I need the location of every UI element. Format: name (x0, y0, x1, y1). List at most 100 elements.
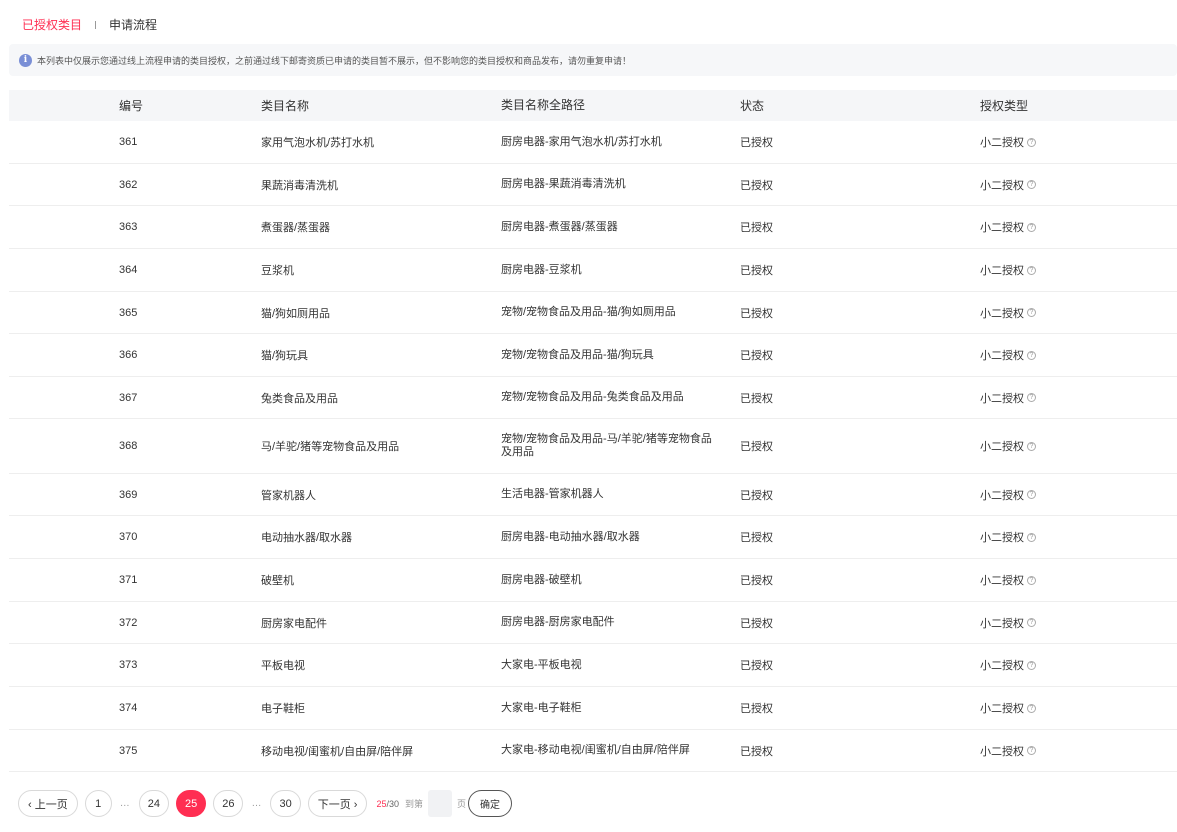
row-category-path: 生活电器-管家机器人 (501, 474, 721, 515)
category-table: 编号 类目名称 类目名称全路径 状态 授权类型 361 家用气泡水机/苏打水机 厨房… (9, 90, 1177, 772)
help-icon[interactable]: ? (1027, 575, 1036, 585)
prev-page-button[interactable]: ‹ 上一页 (18, 790, 78, 817)
row-auth-type: 小二授权? (980, 334, 1036, 376)
jump-page-input[interactable] (428, 790, 453, 817)
help-icon[interactable]: ? (1027, 703, 1036, 713)
row-status: 已授权 (740, 687, 773, 729)
jump-confirm-button[interactable]: 确定 (468, 790, 513, 817)
row-category-name: 煮蛋器/蒸蛋器 (261, 206, 330, 248)
notice-banner: i 本列表中仅展示您通过线上流程申请的类目授权，之前通过线下邮寄资质已申请的类目… (9, 44, 1177, 76)
help-icon[interactable]: ? (1027, 441, 1036, 451)
row-category-path: 厨房电器-果蔬消毒清洗机 (501, 164, 721, 205)
row-auth-type: 小二授权? (980, 644, 1036, 686)
row-status-text: 已授权 (740, 137, 773, 149)
current-page-number: 25 (376, 798, 387, 809)
row-category-path-text: 生活电器-管家机器人 (501, 488, 604, 500)
row-category-path-text: 厨房电器-厨房家电配件 (501, 616, 615, 628)
row-id: 375 (119, 730, 137, 771)
row-category-path: 大家电-移动电视/闺蜜机/自由屏/陪伴屏 (501, 730, 721, 771)
row-auth-type-text: 小二授权 (980, 660, 1024, 672)
help-icon[interactable]: ? (1027, 746, 1036, 755)
tab-application-process[interactable]: 申请流程 (109, 16, 157, 34)
row-status-text: 已授权 (740, 489, 773, 502)
header-id: 编号 (119, 99, 144, 113)
row-auth-type-text: 小二授权 (980, 265, 1024, 277)
row-id: 368 (119, 419, 137, 473)
row-auth-type-text: 小二授权 (980, 745, 1024, 758)
row-category-name-text: 煮蛋器/蒸蛋器 (261, 222, 331, 234)
total-pages: /30 (386, 798, 399, 809)
table-body: 361 家用气泡水机/苏打水机 厨房电器-家用气泡水机/苏打水机 已授权 小二授权? 36… (9, 121, 1177, 772)
page-button-30[interactable]: 30 (270, 790, 301, 817)
row-id: 363 (119, 206, 137, 248)
row-id-text: 370 (119, 531, 138, 543)
row-category-name-text: 电子鞋柜 (261, 703, 305, 715)
row-category-name-text: 猫/狗玩具 (261, 350, 309, 362)
help-icon[interactable]: ? (1027, 490, 1036, 499)
row-id-text: 363 (119, 221, 138, 233)
page-button-24[interactable]: 24 (138, 790, 169, 817)
row-category-name: 猫/狗如厕用品 (261, 292, 330, 333)
row-id-text: 365 (119, 306, 138, 319)
row-category-name: 平板电视 (261, 644, 305, 686)
row-category-name-text: 电动抽水器/取水器 (261, 532, 353, 544)
table-row: 363 煮蛋器/蒸蛋器 厨房电器-煮蛋器/蒸蛋器 已授权 小二授权? (9, 206, 1177, 249)
help-icon[interactable]: ? (1027, 618, 1036, 627)
next-page-button[interactable]: 下一页 › (307, 790, 368, 817)
row-category-name-text: 破壁机 (261, 575, 294, 587)
row-category-path: 大家电-平板电视 (501, 644, 721, 686)
row-status: 已授权 (740, 419, 773, 473)
row-status: 已授权 (740, 164, 773, 205)
row-status: 已授权 (740, 292, 773, 333)
row-category-path: 宠物/宠物食品及用品-马/羊驼/猪等宠物食品及用品 (501, 419, 721, 473)
tab-authorized-categories[interactable]: 已授权类目 (22, 16, 82, 34)
row-id-text: 371 (119, 574, 138, 586)
row-category-name: 家用气泡水机/苏打水机 (261, 121, 374, 163)
row-category-name: 厨房家电配件 (261, 602, 327, 643)
table-row: 365 猫/狗如厕用品 宠物/宠物食品及用品-猫/狗如厕用品 已授权 小二授权? (9, 292, 1177, 334)
row-status: 已授权 (740, 602, 773, 643)
jump-prefix-label: 到第 (405, 799, 424, 809)
help-icon[interactable]: ? (1027, 265, 1036, 275)
row-id: 373 (119, 644, 137, 686)
table-row: 364 豆浆机 厨房电器-豆浆机 已授权 小二授权? (9, 249, 1177, 292)
row-auth-type-text: 小二授权 (980, 532, 1024, 544)
row-status-text: 已授权 (740, 745, 773, 758)
help-icon[interactable]: ? (1027, 350, 1036, 360)
row-category-name: 管家机器人 (261, 474, 316, 515)
help-icon[interactable]: ? (1027, 222, 1036, 232)
page-button-25-current[interactable]: 25 (175, 790, 207, 817)
table-row: 366 猫/狗玩具 宠物/宠物食品及用品-猫/狗玩具 已授权 小二授权? (9, 334, 1177, 377)
help-icon[interactable]: ? (1027, 532, 1036, 542)
pagination: ‹ 上一页 1 … 24 25 26 … 30 下一页 › 25/30 到第 页… (18, 790, 513, 817)
page-ellipsis: … (251, 798, 263, 809)
row-category-path-text: 厨房电器-豆浆机 (501, 263, 582, 276)
help-icon[interactable]: ? (1027, 660, 1036, 670)
row-status-text: 已授权 (740, 660, 773, 672)
row-category-path-text: 大家电-平板电视 (501, 658, 582, 671)
row-auth-type-text: 小二授权 (980, 222, 1024, 234)
row-status: 已授权 (740, 474, 773, 515)
row-id: 365 (119, 292, 137, 333)
row-status: 已授权 (740, 206, 773, 248)
row-status-text: 已授权 (740, 307, 773, 320)
row-auth-type-text: 小二授权 (980, 137, 1024, 149)
row-status-text: 已授权 (740, 703, 773, 715)
row-id: 369 (119, 474, 137, 515)
help-icon[interactable]: ? (1027, 180, 1036, 189)
row-category-name: 电动抽水器/取水器 (261, 516, 352, 558)
row-auth-type-text: 小二授权 (980, 441, 1024, 453)
row-category-name-text: 兔类食品及用品 (261, 392, 338, 405)
row-id: 371 (119, 559, 137, 601)
help-icon[interactable]: ? (1027, 308, 1036, 317)
page-button-1[interactable]: 1 (84, 790, 112, 817)
row-category-name-text: 厨房家电配件 (261, 617, 327, 630)
row-category-name: 电子鞋柜 (261, 687, 305, 729)
row-status-text: 已授权 (740, 441, 773, 453)
row-id-text: 367 (119, 391, 138, 404)
help-icon[interactable]: ? (1027, 137, 1036, 147)
page-button-26[interactable]: 26 (213, 790, 244, 817)
row-status: 已授权 (740, 249, 773, 291)
table-row: 371 破壁机 厨房电器-破壁机 已授权 小二授权? (9, 559, 1177, 602)
help-icon[interactable]: ? (1027, 393, 1036, 402)
